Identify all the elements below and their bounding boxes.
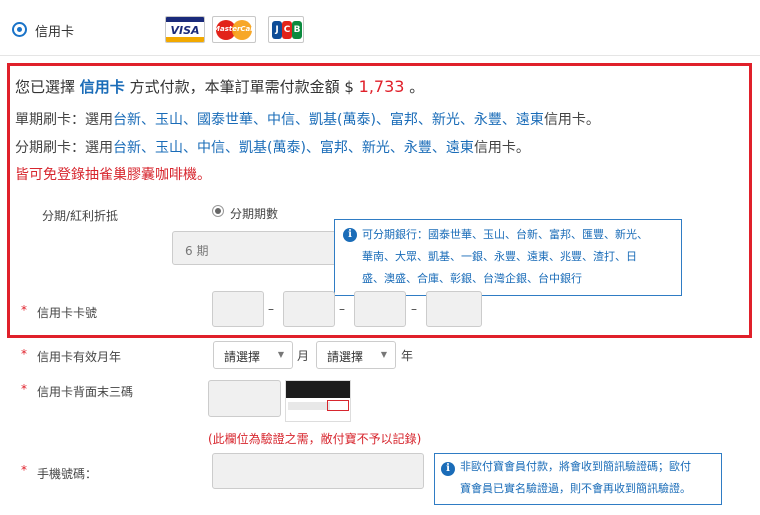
- credit-card-label: 信用卡: [35, 25, 75, 40]
- mastercard-logo: MasterCard: [212, 16, 256, 43]
- expiry-label: 信用卡有效月年: [37, 350, 122, 364]
- installment-option-label: 分期期數: [230, 207, 279, 221]
- jcb-logo: JCB: [268, 16, 304, 43]
- info-icon: i: [441, 462, 455, 476]
- card-number-input-4[interactable]: [426, 291, 482, 327]
- installment-radio[interactable]: [212, 205, 224, 217]
- chevron-down-icon: ▼: [380, 350, 387, 359]
- summary-method: 信用卡: [79, 78, 125, 96]
- required-marker: *: [21, 463, 27, 477]
- month-unit: 月: [297, 349, 310, 363]
- info-icon: i: [343, 228, 357, 242]
- phone-info-box: i 非歐付寶會員付款，將會收到簡訊驗證碼；歐付 寶會員已實名驗證過，則不會再收到…: [434, 453, 722, 505]
- expiry-month-select[interactable]: 請選擇 ▼: [213, 341, 293, 369]
- payment-method-row: 信用卡 VISA MasterCard JCB: [0, 0, 760, 56]
- order-amount: 1,733: [358, 77, 405, 96]
- payment-summary: 您已選擇 信用卡 方式付款，本筆訂單需付款金額 $ 1,733 。: [15, 77, 425, 96]
- cvv-label: 信用卡背面末三碼: [37, 385, 134, 399]
- card-number-dash: –: [411, 302, 417, 316]
- credit-card-radio[interactable]: [12, 22, 27, 37]
- card-number-label: 信用卡卡號: [37, 306, 98, 320]
- card-number-input-2[interactable]: [283, 291, 335, 327]
- card-number-input-1[interactable]: [212, 291, 264, 327]
- year-unit: 年: [401, 349, 414, 363]
- visa-logo: VISA: [165, 16, 205, 43]
- required-marker: *: [21, 303, 27, 317]
- installment-select-value: 6 期: [185, 244, 209, 258]
- phone-input[interactable]: [212, 453, 424, 489]
- chevron-down-icon: ▼: [277, 350, 284, 359]
- cvv-input[interactable]: [208, 380, 281, 417]
- installment-label: 分期/紅利折抵: [42, 209, 119, 223]
- card-number-input-3[interactable]: [354, 291, 406, 327]
- card-back-image: [285, 380, 351, 422]
- installment-select[interactable]: 6 期: [172, 231, 337, 265]
- required-marker: *: [21, 382, 27, 396]
- installment-info-box: i 可分期銀行：國泰世華、玉山、台新、富邦、匯豐、新光、 華南、大眾、凱基、一銀…: [334, 219, 682, 296]
- promo-text: 皆可免登錄抽雀巢膠囊咖啡機。: [15, 167, 211, 183]
- card-number-dash: –: [268, 302, 274, 316]
- installment-banks: 分期刷卡：選用台新、玉山、中信、凱基(萬泰)、富邦、新光、永豐、遠東信用卡。: [15, 140, 530, 156]
- phone-label: 手機號碼：: [37, 467, 98, 481]
- expiry-year-select[interactable]: 請選擇 ▼: [316, 341, 396, 369]
- cvv-note: (此欄位為驗證之需，敝付寶不予以記錄): [208, 432, 422, 446]
- single-payment-banks: 單期刷卡：選用台新、玉山、國泰世華、中信、凱基(萬泰)、富邦、新光、永豐、遠東信…: [15, 112, 600, 128]
- card-number-dash: –: [339, 302, 345, 316]
- required-marker: *: [21, 347, 27, 361]
